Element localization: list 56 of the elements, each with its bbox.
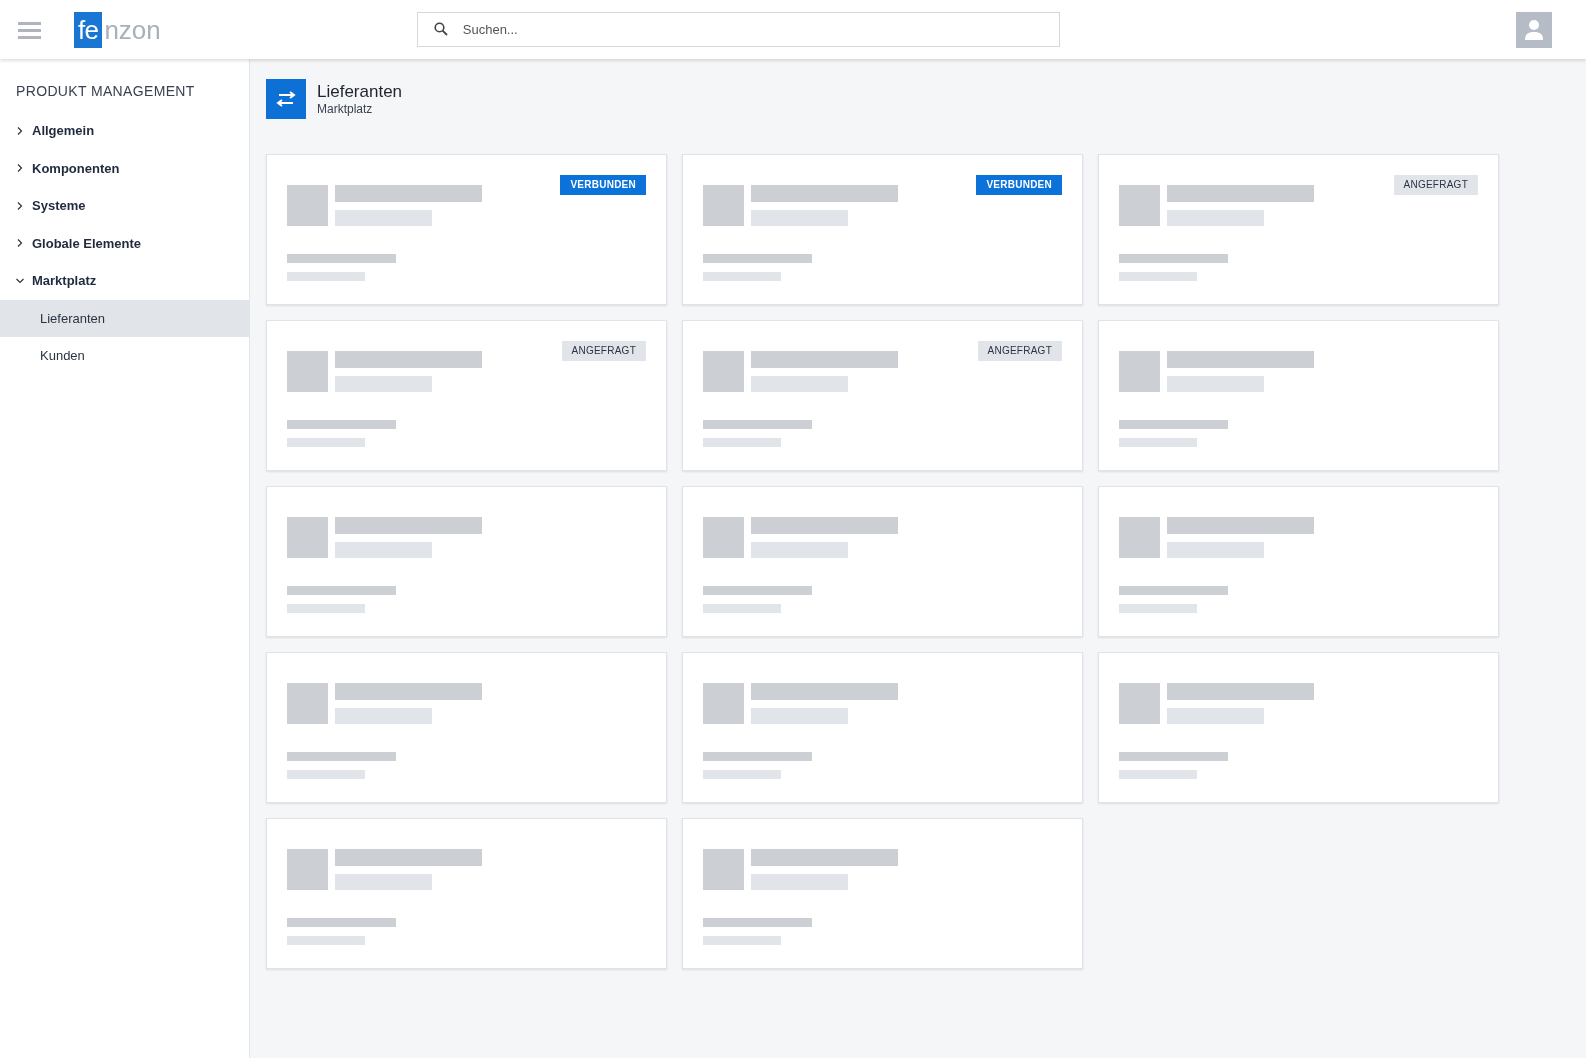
sidebar-item[interactable]: Marktplatz: [0, 262, 249, 300]
status-badge: VERBUNDEN: [976, 175, 1062, 195]
page-subtitle: Marktplatz: [317, 102, 374, 116]
supplier-card[interactable]: VERBUNDEN: [266, 154, 667, 305]
image-placeholder: [287, 683, 328, 724]
supplier-card[interactable]: [266, 652, 667, 803]
sidebar-item[interactable]: Systeme: [0, 187, 249, 225]
image-placeholder: [287, 185, 328, 226]
sidebar-item[interactable]: Globale Elemente: [0, 224, 249, 262]
supplier-card[interactable]: [1098, 320, 1499, 471]
search-field[interactable]: Suchen...: [416, 12, 1060, 47]
logo-mark: fe: [74, 11, 103, 48]
status-badge: ANGEFRAGT: [977, 341, 1062, 361]
chevron-right-icon: [16, 201, 24, 210]
image-placeholder: [287, 351, 328, 392]
supplier-card[interactable]: [682, 652, 1083, 803]
user-icon: [1524, 18, 1544, 41]
supplier-card[interactable]: [266, 486, 667, 637]
image-placeholder: [1119, 683, 1160, 724]
image-placeholder: [703, 849, 744, 890]
sidebar-subitem[interactable]: Lieferanten: [0, 299, 249, 337]
supplier-card[interactable]: [682, 486, 1083, 637]
menu-icon[interactable]: [18, 20, 41, 39]
sidebar-item[interactable]: Komponenten: [0, 149, 249, 187]
status-badge: ANGEFRAGT: [1393, 175, 1478, 195]
sidebar-item[interactable]: Allgemein: [0, 112, 249, 150]
image-placeholder: [287, 517, 328, 558]
supplier-card[interactable]: ANGEFRAGT: [1098, 154, 1499, 305]
image-placeholder: [703, 517, 744, 558]
search-icon: [433, 22, 448, 36]
avatar[interactable]: [1516, 11, 1552, 48]
image-placeholder: [1119, 185, 1160, 226]
image-placeholder: [1119, 517, 1160, 558]
image-placeholder: [703, 683, 744, 724]
image-placeholder: [703, 185, 744, 226]
supplier-card[interactable]: ANGEFRAGT: [266, 320, 667, 471]
supplier-card[interactable]: [1098, 486, 1499, 637]
sidebar-subitem[interactable]: Kunden: [0, 337, 249, 375]
status-badge: VERBUNDEN: [560, 175, 646, 195]
chevron-right-icon: [16, 239, 24, 248]
image-placeholder: [287, 849, 328, 890]
chevron-right-icon: [16, 164, 24, 173]
chevron-right-icon: [16, 126, 24, 135]
chevron-down-icon: [16, 276, 24, 285]
supplier-card[interactable]: VERBUNDEN: [682, 154, 1083, 305]
swap-arrows-icon: [275, 91, 297, 107]
supplier-card[interactable]: [682, 818, 1083, 969]
image-placeholder: [1119, 351, 1160, 392]
supplier-card[interactable]: ANGEFRAGT: [682, 320, 1083, 471]
supplier-card[interactable]: [1098, 652, 1499, 803]
image-placeholder: [703, 351, 744, 392]
status-badge: ANGEFRAGT: [561, 341, 646, 361]
sidebar-heading: PRODUKT MANAGEMENT: [15, 82, 196, 101]
supplier-card[interactable]: [266, 818, 667, 969]
logo-text: nzon: [104, 13, 161, 47]
page-title: Lieferanten: [317, 82, 403, 102]
